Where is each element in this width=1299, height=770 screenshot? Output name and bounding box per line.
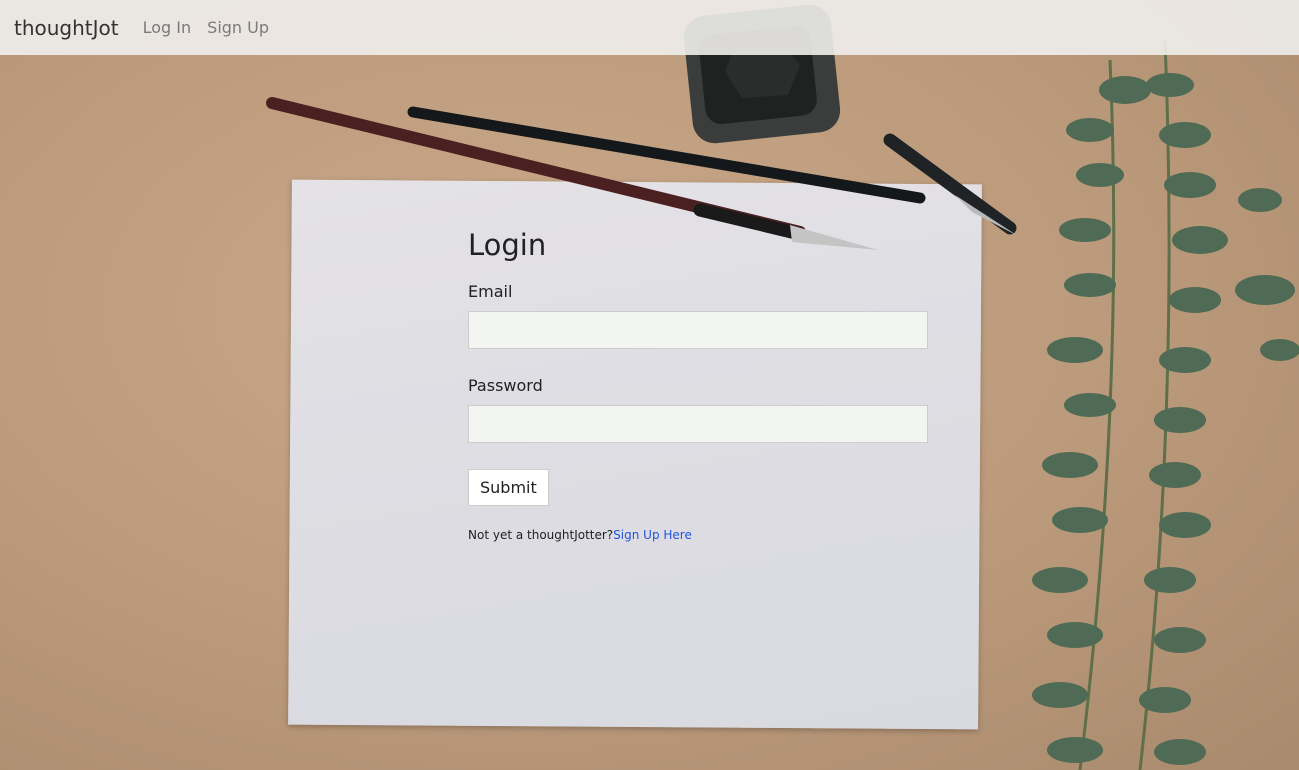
background-photo: thoughtJot Log In Sign Up Login Email Pa… [0, 0, 1299, 770]
submit-button[interactable]: Submit [468, 469, 549, 506]
email-field[interactable] [468, 311, 928, 349]
password-field[interactable] [468, 405, 928, 443]
nav-login-link[interactable]: Log In [143, 18, 192, 37]
password-label: Password [468, 376, 543, 395]
signup-prompt-text: Not yet a thoughtJotter? [468, 528, 614, 542]
signup-here-link[interactable]: Sign Up Here [613, 528, 692, 542]
login-title: Login [468, 228, 547, 262]
nav-signup-link[interactable]: Sign Up [207, 18, 269, 37]
login-form: Login Email Password Submit Not yet a th… [468, 228, 928, 542]
signup-prompt: Not yet a thoughtJotter?Sign Up Here [468, 528, 928, 542]
eucalyptus-branch-icon [1032, 39, 1299, 770]
brand-logo[interactable]: thoughtJot [14, 16, 119, 40]
email-label: Email [468, 282, 513, 301]
top-navbar: thoughtJot Log In Sign Up [0, 0, 1299, 55]
